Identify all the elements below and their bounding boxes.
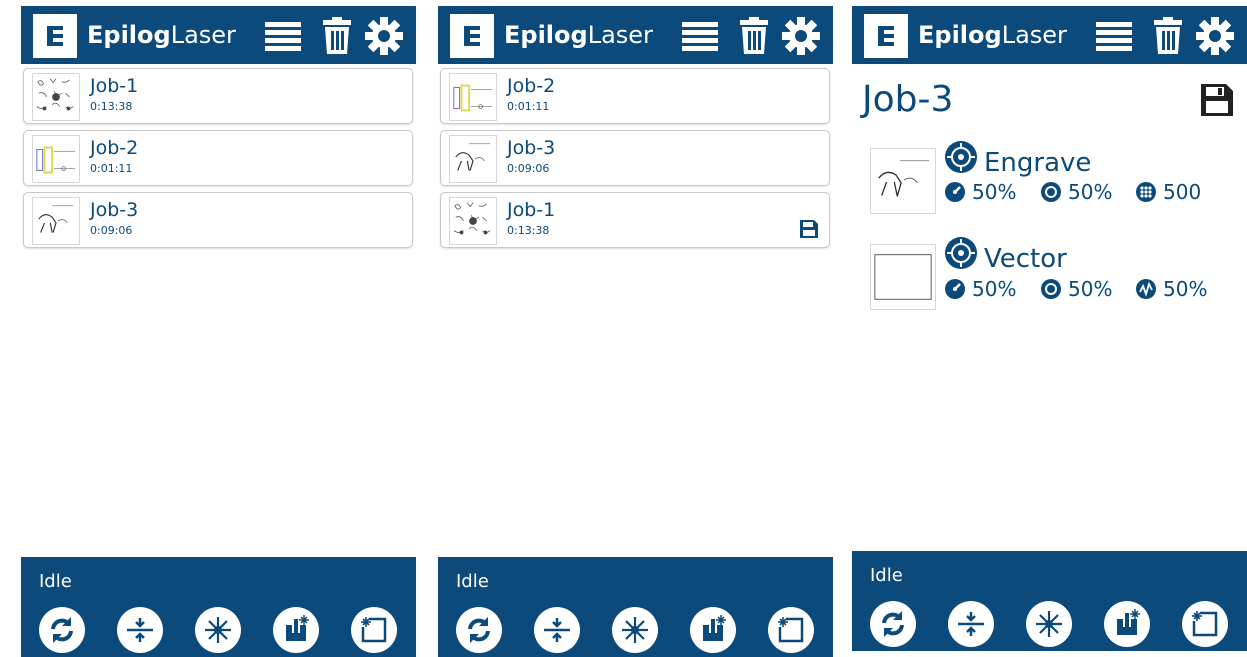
refresh-icon[interactable]	[456, 607, 502, 653]
status-bar: Idle	[852, 551, 1247, 651]
vector-speed: 50%	[944, 277, 1016, 301]
job-list-item[interactable]: Job-1 0:13:38	[440, 192, 830, 248]
screenshot-stage: EpilogLaser Job-1 0:13:38 Job-2 0:01:11	[0, 0, 1247, 657]
laser-icon[interactable]	[1026, 601, 1072, 647]
vector-thumbnail	[870, 244, 936, 310]
job-list-panel: EpilogLaser Job-2 0:01:11 Job-3 0:09:06	[438, 6, 833, 657]
brand-name: EpilogLaser	[918, 21, 1067, 49]
operation-name: Vector	[984, 244, 1067, 274]
job-list-item[interactable]: Job-2 0:01:11	[23, 130, 413, 186]
job-thumbnail	[32, 135, 80, 183]
focus-icon[interactable]	[948, 601, 994, 647]
laser-icon[interactable]	[612, 607, 658, 653]
power-icon	[1040, 278, 1062, 300]
status-bar: Idle	[438, 557, 833, 657]
engrave-thumbnail	[870, 148, 936, 214]
status-bar: Idle	[21, 557, 416, 657]
job-title: Job-3	[862, 79, 954, 120]
epilog-logo-icon	[864, 14, 908, 58]
job-thumbnail	[449, 73, 497, 121]
job-name: Job-1	[90, 75, 139, 97]
job-time: 0:13:38	[507, 224, 550, 237]
job-time: 0:09:06	[507, 162, 550, 175]
job-name: Job-3	[507, 137, 556, 159]
laser-icon[interactable]	[195, 607, 241, 653]
job-time: 0:13:38	[90, 100, 133, 113]
refresh-icon[interactable]	[870, 601, 916, 647]
list-icon[interactable]	[1094, 16, 1134, 56]
focus-icon[interactable]	[117, 607, 163, 653]
job-name: Job-3	[90, 199, 139, 221]
engrave-dpi: 500	[1135, 180, 1201, 204]
jog-icon[interactable]	[1104, 601, 1150, 647]
job-time: 0:01:11	[507, 100, 550, 113]
vector-power: 50%	[1040, 277, 1112, 301]
epilog-logo-icon	[450, 14, 494, 58]
home-icon[interactable]	[1182, 601, 1228, 647]
operation-name: Engrave	[984, 148, 1092, 178]
job-detail-panel: EpilogLaser Job-3 Engrave 50% 50% 500 Ve…	[852, 6, 1247, 657]
gear-icon[interactable]	[1195, 16, 1235, 56]
job-name: Job-2	[90, 137, 139, 159]
brand-name: EpilogLaser	[87, 21, 236, 49]
speed-icon	[944, 181, 966, 203]
job-name: Job-1	[507, 199, 556, 221]
machine-status: Idle	[39, 571, 72, 592]
frequency-icon	[1135, 278, 1157, 300]
speed-icon	[944, 278, 966, 300]
job-time: 0:01:11	[90, 162, 133, 175]
job-list-item[interactable]: Job-3 0:09:06	[23, 192, 413, 248]
jog-icon[interactable]	[273, 607, 319, 653]
job-list-item[interactable]: Job-1 0:13:38	[23, 68, 413, 124]
power-icon	[1040, 181, 1062, 203]
trash-icon[interactable]	[734, 16, 774, 56]
trash-icon[interactable]	[317, 16, 357, 56]
home-icon[interactable]	[768, 607, 814, 653]
machine-status: Idle	[870, 565, 903, 586]
job-time: 0:09:06	[90, 224, 133, 237]
job-thumbnail	[32, 197, 80, 245]
engrave-icon	[944, 140, 978, 174]
save-icon[interactable]	[799, 219, 819, 239]
job-thumbnail	[449, 197, 497, 245]
list-icon[interactable]	[263, 16, 303, 56]
epilog-logo-icon	[33, 14, 77, 58]
app-header: EpilogLaser	[21, 6, 416, 64]
job-list-panel: EpilogLaser Job-1 0:13:38 Job-2 0:01:11	[21, 6, 416, 657]
trash-icon[interactable]	[1148, 16, 1188, 56]
job-name: Job-2	[507, 75, 556, 97]
job-thumbnail	[32, 73, 80, 121]
app-header: EpilogLaser	[852, 6, 1247, 64]
save-icon[interactable]	[1200, 83, 1234, 117]
job-thumbnail	[449, 135, 497, 183]
gear-icon[interactable]	[364, 16, 404, 56]
focus-icon[interactable]	[534, 607, 580, 653]
app-header: EpilogLaser	[438, 6, 833, 64]
brand-name: EpilogLaser	[504, 21, 653, 49]
engrave-speed: 50%	[944, 180, 1016, 204]
machine-status: Idle	[456, 571, 489, 592]
job-list-item[interactable]: Job-2 0:01:11	[440, 68, 830, 124]
vector-frequency: 50%	[1135, 277, 1207, 301]
jog-icon[interactable]	[690, 607, 736, 653]
job-list-item[interactable]: Job-3 0:09:06	[440, 130, 830, 186]
engrave-power: 50%	[1040, 180, 1112, 204]
home-icon[interactable]	[351, 607, 397, 653]
list-icon[interactable]	[680, 16, 720, 56]
dpi-icon	[1135, 181, 1157, 203]
refresh-icon[interactable]	[39, 607, 85, 653]
gear-icon[interactable]	[781, 16, 821, 56]
vector-icon	[944, 236, 978, 270]
